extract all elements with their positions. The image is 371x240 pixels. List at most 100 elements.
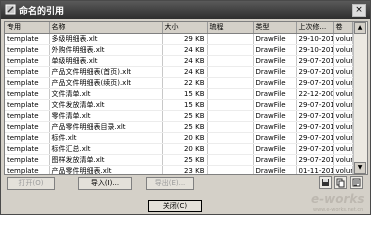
table-cell: DrawFile	[253, 77, 297, 89]
table-header: 专用 名称 大小 琉程 类型 上次修... 卷	[5, 22, 353, 34]
e-works-watermark: e-works www.e-works.net.cn	[311, 192, 365, 213]
table-cell: 23 KB	[162, 165, 208, 174]
column-header[interactable]: 大小	[162, 22, 208, 34]
table-cell: 文件发放清单.xlt	[49, 99, 163, 111]
table-cell: volume1	[333, 33, 353, 45]
table-cell: 图样发放清单.xlt	[49, 154, 163, 166]
table-cell: volume1	[333, 132, 353, 144]
close-button[interactable]: 关闭(C)	[148, 200, 202, 212]
table-cell: template	[5, 154, 50, 166]
column-header[interactable]: 琉程	[207, 22, 254, 34]
table-cell: volume1	[333, 99, 353, 111]
table-row[interactable]: template外购件明细表.xlt24 KB DrawFile29-10-201…	[5, 44, 353, 56]
table-row[interactable]: template多级明细表.xlt29 KB DrawFile29-10-201.…	[5, 33, 353, 45]
table-cell	[207, 154, 254, 166]
table-cell: 产品零件明细表目录.xlt	[49, 121, 163, 133]
table-cell: 24 KB	[162, 44, 208, 56]
table-cell: template	[5, 165, 50, 174]
table-row[interactable]: template单级明细表.xlt24 KB DrawFile29-07-2010…	[5, 55, 353, 67]
table-cell: DrawFile	[253, 55, 297, 67]
column-header[interactable]: 名称	[49, 22, 163, 34]
table-cell: DrawFile	[253, 44, 297, 56]
table-cell: template	[5, 121, 50, 133]
vertical-scrollbar[interactable]: ▲ ▼	[353, 22, 367, 174]
table-row[interactable]: template零件清单.xlt25 KB DrawFile29-07-2010.…	[5, 110, 353, 122]
table-cell: 20 KB	[162, 143, 208, 155]
table-row[interactable]: template 产品文件明细表(续页).xlt 22 KB DrawFile 29-0…	[5, 77, 353, 89]
references-dialog: 命名的引用 × 专用 名称 大小 琉程 类型 上次修... 卷 template…	[0, 0, 371, 215]
table-cell: 22-12-200...	[296, 88, 334, 100]
table-cell: 多级明细表.xlt	[49, 33, 163, 45]
table-cell	[207, 55, 254, 67]
table-cell: template	[5, 99, 50, 111]
scroll-down-icon[interactable]: ▼	[354, 162, 366, 174]
table-cell	[207, 33, 254, 45]
table-cell: volume1	[333, 154, 353, 166]
save-icon[interactable]	[319, 176, 332, 189]
table-cell: 29-07-2010...	[296, 154, 334, 166]
copy-icon[interactable]	[334, 176, 347, 189]
table-cell: 外购件明细表.xlt	[49, 44, 163, 56]
table-cell: DrawFile	[253, 154, 297, 166]
table-cell	[207, 66, 254, 78]
table-cell: DrawFile	[253, 66, 297, 78]
column-header[interactable]: 专用	[5, 22, 50, 34]
table-cell: 15 KB	[162, 99, 208, 111]
table-row[interactable]: template图样发放清单.xlt25 KB DrawFile29-07-201…	[5, 154, 353, 166]
table-cell: volume1	[333, 165, 353, 174]
table-row[interactable]: template 产品零件明细表.xlt 23 KB DrawFile 01-11-20…	[5, 165, 353, 174]
table-cell: 25 KB	[162, 121, 208, 133]
watermark-logo-text: e-works	[311, 192, 365, 206]
table-cell	[207, 132, 254, 144]
column-header[interactable]: 上次修...	[296, 22, 334, 34]
table-cell	[207, 110, 254, 122]
table-cell: template	[5, 44, 50, 56]
table-cell: DrawFile	[253, 99, 297, 111]
table-cell: 29-07-2010...	[296, 132, 334, 144]
table-row[interactable]: template文件发放清单.xlt15 KB DrawFile29-07-201…	[5, 99, 353, 111]
table-row[interactable]: template标件汇总.xlt20 KB DrawFile29-07-2010.…	[5, 143, 353, 155]
table-row[interactable]: template 产品零件明细表目录.xlt 25 KB DrawFile 29-07-…	[5, 121, 353, 133]
table-cell	[207, 99, 254, 111]
table-cell: 24 KB	[162, 66, 208, 78]
table-cell: template	[5, 66, 50, 78]
table-cell	[207, 121, 254, 133]
table-cell	[207, 77, 254, 89]
table-cell: template	[5, 77, 50, 89]
table-row[interactable]: template标件.xlt20 KB DrawFile29-07-2010...…	[5, 132, 353, 144]
table-cell: 标件.xlt	[49, 132, 163, 144]
title-bar: 命名的引用 ×	[1, 1, 370, 19]
table-cell: volume1	[333, 44, 353, 56]
column-header[interactable]: 卷	[333, 22, 353, 34]
column-header[interactable]: 类型	[253, 22, 297, 34]
table-row[interactable]: template文件清单.xlt15 KB DrawFile22-12-200..…	[5, 88, 353, 100]
export-button[interactable]: 导出(E)...	[146, 177, 194, 190]
table-cell: DrawFile	[253, 110, 297, 122]
scroll-up-icon[interactable]: ▲	[354, 22, 366, 34]
table-cell: 24 KB	[162, 55, 208, 67]
table-cell: 01-11-201...	[296, 165, 334, 174]
table-cell: 29-07-2010...	[296, 66, 334, 78]
table-cell: volume1	[333, 110, 353, 122]
table-cell: 29-07-2010...	[296, 121, 334, 133]
table-cell: 25 KB	[162, 110, 208, 122]
table-cell: 29-07-2010...	[296, 110, 334, 122]
table-cell: 单级明细表.xlt	[49, 55, 163, 67]
open-button[interactable]: 打开(O)	[7, 177, 55, 190]
table-row[interactable]: template 产品文件明细表(首页).xlt 24 KB DrawFile 29-0…	[5, 66, 353, 78]
close-icon[interactable]: ×	[352, 4, 366, 17]
table-cell: 22 KB	[162, 77, 208, 89]
table-cell: 29-07-2010...	[296, 143, 334, 155]
table-cell: 标件汇总.xlt	[49, 143, 163, 155]
table-cell: DrawFile	[253, 143, 297, 155]
table-cell: template	[5, 132, 50, 144]
table-cell: 29 KB	[162, 33, 208, 45]
app-icon	[5, 4, 16, 15]
properties-icon[interactable]	[350, 176, 363, 189]
table-cell: DrawFile	[253, 121, 297, 133]
import-button[interactable]: 导入(I)...	[78, 177, 132, 190]
table-cell	[207, 143, 254, 155]
table-cell: 29-07-2010...	[296, 55, 334, 67]
table-cell: DrawFile	[253, 33, 297, 45]
table-cell: volume1	[333, 88, 353, 100]
